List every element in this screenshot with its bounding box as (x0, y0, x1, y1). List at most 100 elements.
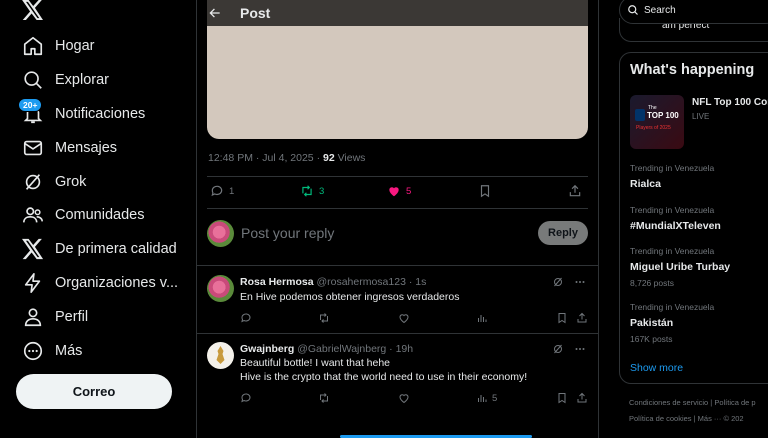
bookmark-action[interactable] (556, 312, 568, 324)
post-header: Post (197, 0, 598, 26)
views-count: 5 (492, 392, 498, 404)
more-icon[interactable] (574, 343, 586, 355)
nav-item-grok[interactable]: Grok (22, 165, 86, 199)
avatar[interactable] (207, 275, 234, 302)
post-meta: 12:48 PM · Jul 4, 2025 · 92 Views (208, 152, 365, 164)
nav-item-notifications[interactable]: 20+ Notificaciones (18, 97, 145, 131)
heart-icon (399, 314, 409, 324)
repost-action[interactable] (318, 392, 330, 404)
like-action[interactable]: 5 (387, 184, 411, 198)
trend-context: Trending in Venezuela (630, 302, 715, 312)
trend-item[interactable]: Trending in Venezuela #MundialXTeleven (630, 205, 721, 232)
nfl-shield-icon (635, 109, 645, 121)
bookmark-action[interactable] (556, 392, 568, 404)
nav-item-communities[interactable]: Comunidades (22, 198, 144, 232)
reply-tweet[interactable]: Gwajnberg @GabrielWajnberg · 19h Beautif… (197, 333, 598, 413)
nav-label: Perfil (55, 309, 89, 325)
reply-tweet[interactable]: Rosa Hermosa @rosahermosa123 · 1s En Hiv… (197, 265, 598, 333)
author-name: Rosa Hermosa (240, 276, 314, 288)
reply-input[interactable]: Post your reply (241, 225, 334, 241)
share-action[interactable] (576, 312, 588, 324)
repost-action[interactable] (318, 312, 330, 324)
nav-item-home[interactable]: Hogar (22, 29, 95, 63)
nav-label: Mensajes (55, 140, 118, 156)
bookmark-action[interactable] (478, 184, 492, 198)
nfl-event-title[interactable]: NFL Top 100 Cor (692, 97, 768, 108)
tweet-author[interactable]: Rosa Hermosa @rosahermosa123 · 1s (240, 276, 426, 288)
x-logo-icon[interactable] (22, 0, 44, 20)
nav-label: Explorar (55, 72, 109, 88)
page-title: Post (240, 5, 271, 21)
repost-icon (320, 393, 328, 403)
main-column: Post 12:48 PM · Jul 4, 2025 · 92 Views 1… (196, 0, 599, 438)
back-arrow-icon[interactable] (208, 6, 222, 20)
bookmark-icon (480, 185, 490, 198)
communities-icon (23, 207, 43, 223)
search-input[interactable]: Search (619, 0, 768, 24)
nav-item-premium[interactable]: De primera calidad (22, 232, 177, 266)
search-placeholder: Search (644, 4, 676, 16)
share-action[interactable] (568, 184, 582, 198)
bookmark-icon (558, 313, 566, 324)
reply-action[interactable] (240, 312, 252, 324)
nfl-img-text: TOP 100 (647, 111, 679, 120)
nav-label: Hogar (55, 38, 95, 54)
trend-item[interactable]: Trending in Venezuela Pakistán 167K post… (630, 302, 714, 344)
trend-item[interactable]: Trending in Venezuela Miguel Uribe Turba… (630, 246, 730, 288)
share-icon (577, 312, 587, 323)
nav-item-messages[interactable]: Mensajes (22, 131, 117, 165)
correo-button[interactable]: Correo (16, 374, 172, 409)
avatar[interactable] (207, 342, 234, 369)
reply-button[interactable]: Reply (538, 221, 588, 245)
nav-item-more[interactable]: Más (22, 334, 82, 368)
live-badge: LIVE (692, 112, 710, 121)
heart-filled-icon (389, 187, 399, 197)
avatar[interactable] (207, 220, 234, 247)
author-name: Gwajnberg (240, 343, 295, 355)
tweet-top-actions (552, 276, 586, 288)
x-premium-icon (22, 238, 44, 260)
reply-action[interactable] (240, 392, 252, 404)
bookmark-icon (558, 393, 566, 404)
views-action[interactable] (476, 312, 488, 324)
heart-icon (399, 394, 409, 404)
repost-icon (302, 185, 312, 197)
trend-name: Rialca (630, 178, 661, 190)
trend-name: Pakistán (630, 317, 674, 329)
reply-icon (241, 313, 251, 323)
like-action[interactable] (398, 312, 410, 324)
tweet-actions: 5 (240, 392, 590, 406)
repost-action[interactable]: 3 (300, 184, 324, 198)
divider (207, 208, 588, 209)
show-more-link[interactable]: Show more (630, 362, 683, 374)
tweet-text: Hive is the crypto that the world need t… (240, 371, 528, 383)
reply-icon (241, 393, 251, 403)
right-sidebar: am perfect Search What's happening The T… (599, 0, 768, 438)
post-timestamp[interactable]: 12:48 PM · Jul 4, 2025 · (208, 152, 323, 164)
nav-item-organizations[interactable]: Organizaciones v... (22, 266, 178, 300)
reply-count: 1 (229, 185, 235, 197)
more-icon[interactable] (574, 276, 586, 288)
footer-links[interactable]: Política de cookies | Más ··· © 202 (629, 414, 744, 423)
reply-action[interactable]: 1 (210, 184, 234, 198)
footer-links[interactable]: Condiciones de servicio | Política de p (629, 398, 756, 407)
tweet-author[interactable]: Gwajnberg @GabrielWajnberg · 19h (240, 343, 413, 355)
tweet-text: En Hive podemos obtener ingresos verdade… (240, 291, 460, 303)
nfl-thumbnail[interactable]: The TOP 100 Players of 2025 (630, 95, 684, 149)
left-sidebar: Hogar Explorar 20+ Notificaciones Mensaj… (0, 0, 196, 438)
nav-label: Comunidades (55, 207, 145, 223)
share-action[interactable] (576, 392, 588, 404)
grok-icon[interactable] (552, 276, 564, 288)
nav-item-profile[interactable]: Perfil (22, 300, 88, 334)
nav-item-explore[interactable]: Explorar (22, 63, 109, 97)
like-action[interactable] (398, 392, 410, 404)
whats-happening-panel: What's happening The TOP 100 Players of … (619, 52, 768, 384)
bell-icon: 20+ (18, 98, 44, 125)
share-icon (577, 392, 587, 403)
views-action[interactable]: 5 (476, 392, 497, 404)
trend-item[interactable]: Trending in Venezuela Rialca (630, 163, 714, 190)
search-icon (628, 5, 638, 15)
grok-icon[interactable] (552, 343, 564, 355)
repost-icon (320, 313, 328, 323)
search-icon (24, 71, 42, 89)
